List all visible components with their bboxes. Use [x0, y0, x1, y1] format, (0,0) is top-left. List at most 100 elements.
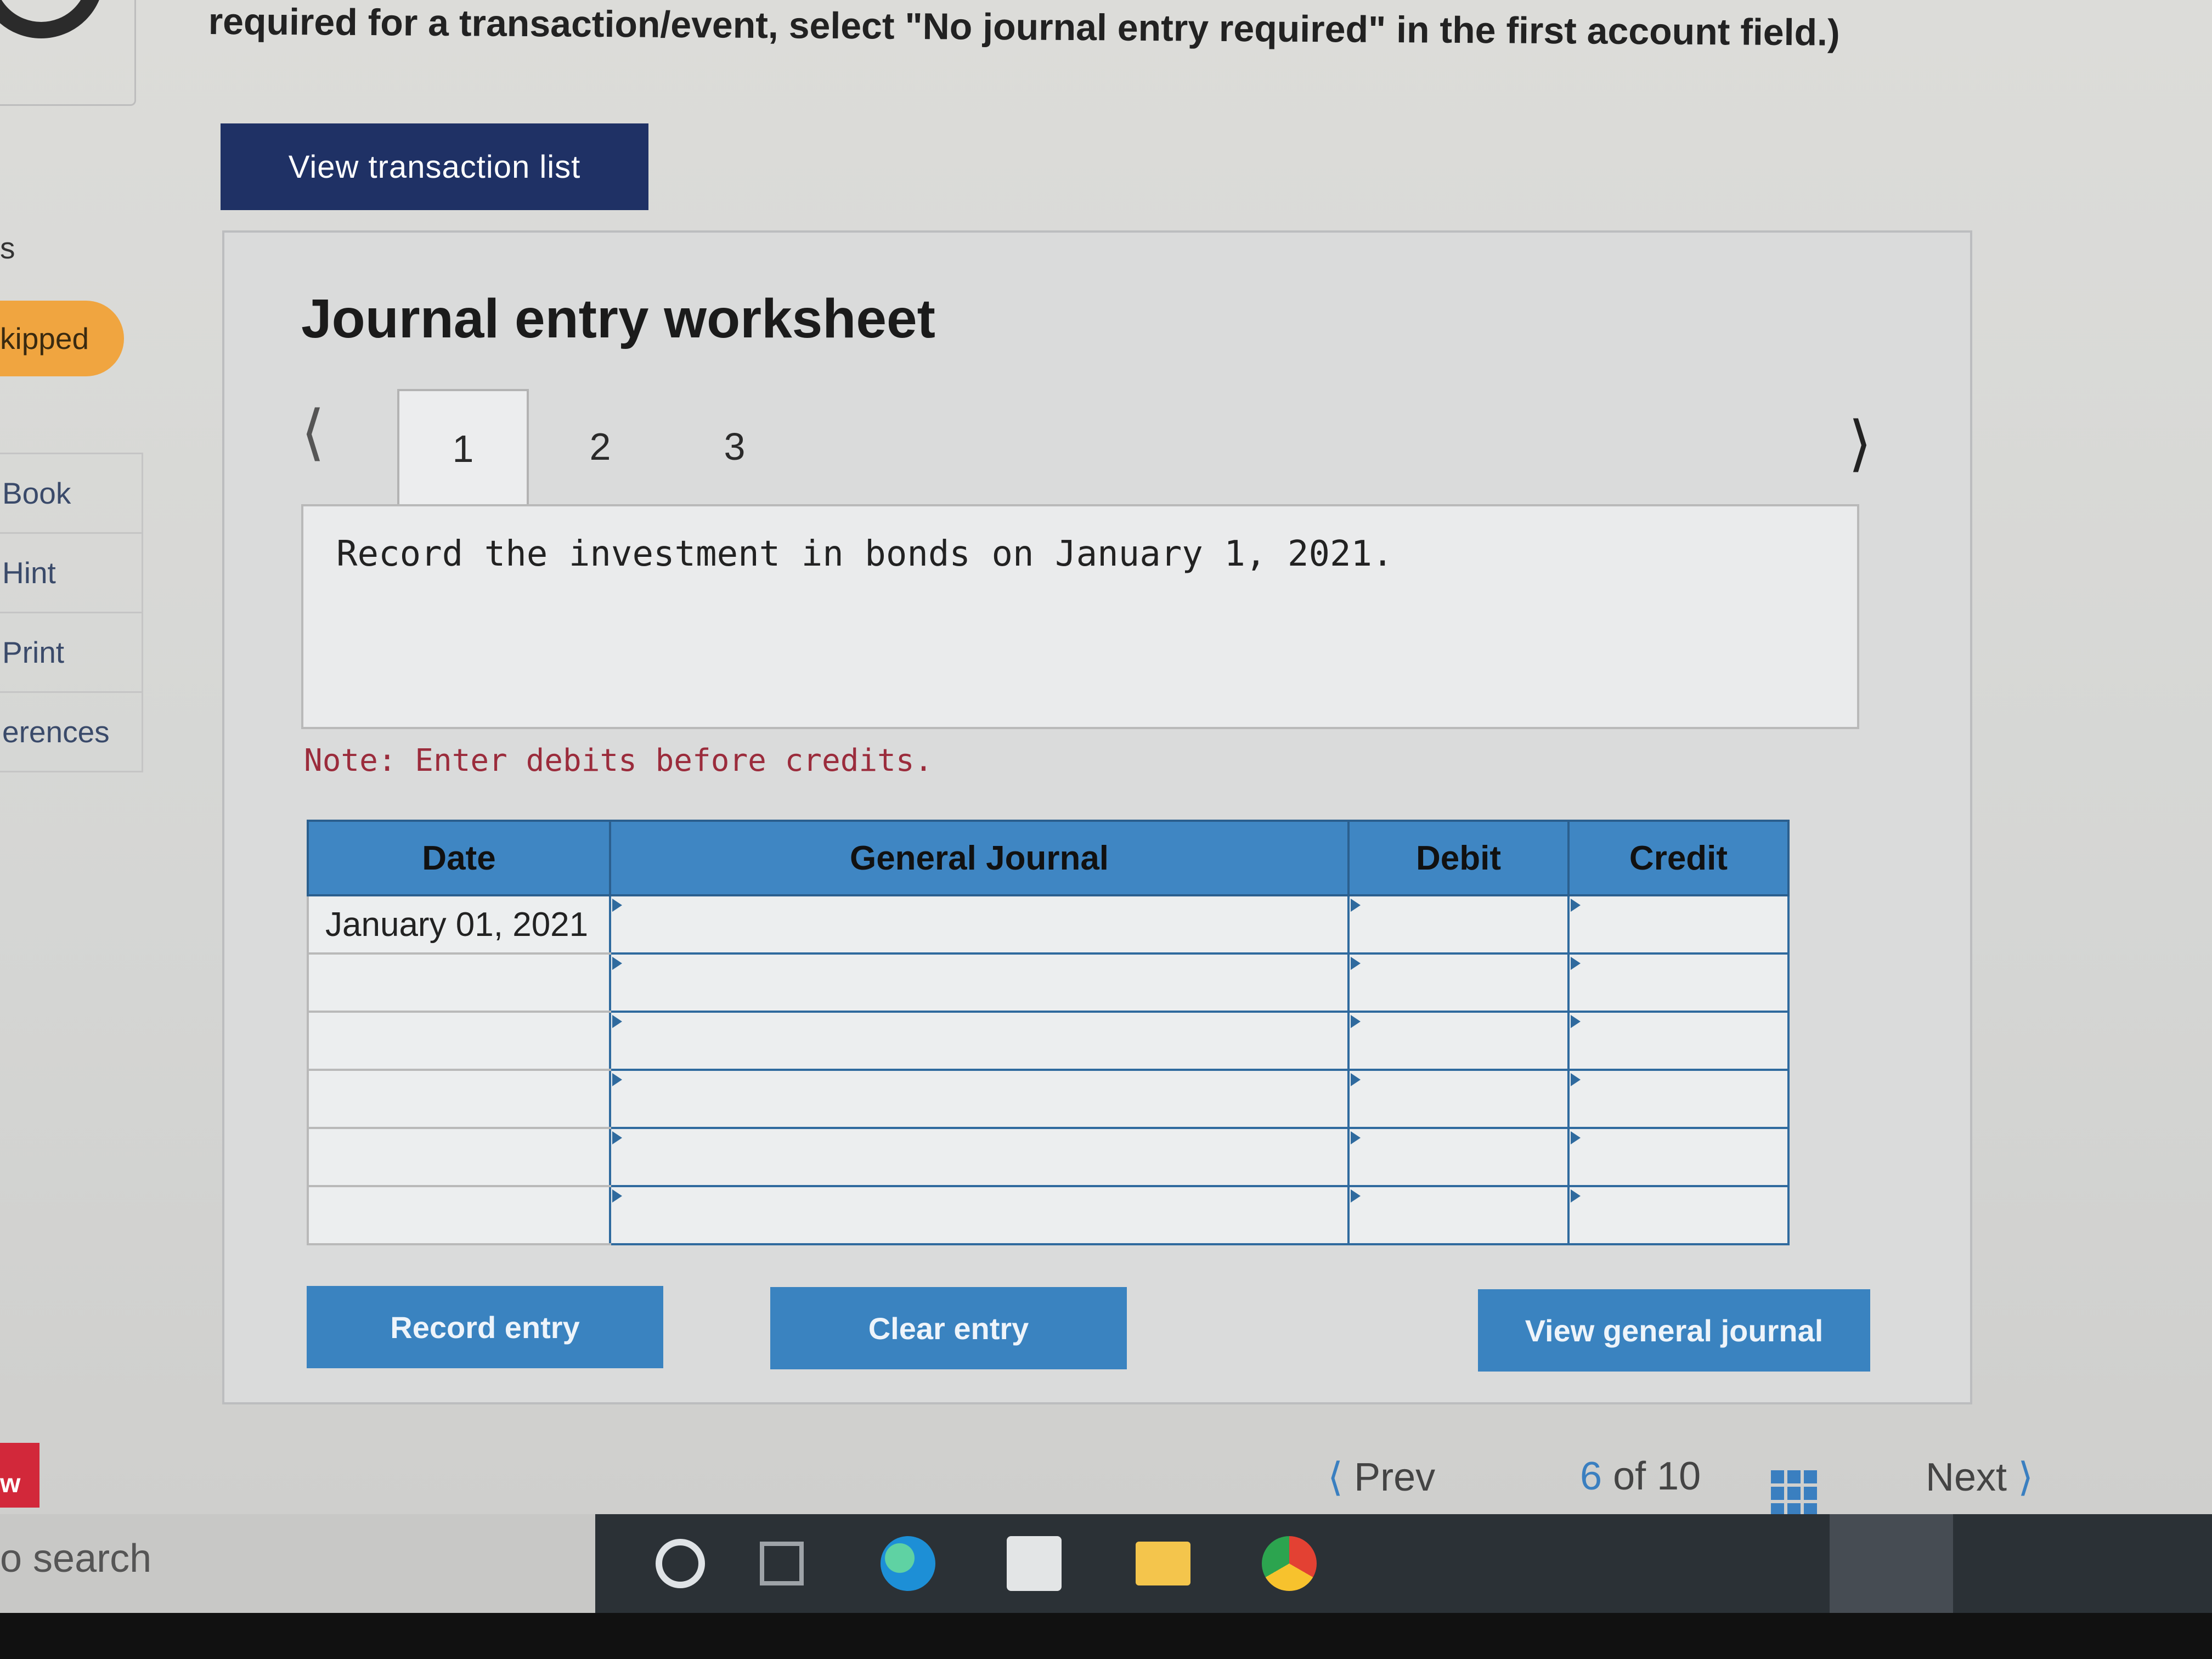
windows-taskbar	[0, 1514, 2212, 1613]
page-total: 10	[1657, 1454, 1701, 1498]
tab-3[interactable]: 3	[669, 389, 800, 504]
dropdown-marker-icon	[612, 899, 622, 912]
sidebar-menu: Book Hint Print erences	[0, 453, 143, 772]
store-icon[interactable]	[1007, 1536, 1062, 1591]
left-sidebar: s kipped Book Hint Print erences	[0, 0, 143, 790]
input-marker-icon	[1571, 1189, 1581, 1203]
debit-field[interactable]	[1347, 894, 1570, 955]
account-field[interactable]	[609, 1011, 1350, 1071]
skipped-badge[interactable]: kipped	[0, 301, 124, 376]
tab-1[interactable]: 1	[397, 389, 529, 507]
view-transaction-list-button[interactable]: View transaction list	[221, 123, 648, 210]
sidebar-item-print[interactable]: Print	[0, 613, 142, 693]
account-field[interactable]	[609, 1127, 1350, 1187]
date-cell	[307, 952, 611, 1013]
file-explorer-icon[interactable]	[1136, 1542, 1190, 1585]
red-side-tab[interactable]: w	[0, 1443, 40, 1508]
prompt-box: Record the investment in bonds on Januar…	[301, 504, 1859, 729]
prev-button[interactable]: ⟨ Prev	[1328, 1454, 1435, 1514]
dropdown-marker-icon	[612, 1189, 622, 1203]
debit-field[interactable]	[1347, 1069, 1570, 1129]
taskbar-icons	[595, 1514, 2212, 1613]
debit-field[interactable]	[1347, 1127, 1570, 1187]
worksheet-title: Journal entry worksheet	[301, 288, 935, 349]
sidebar-item-book[interactable]: Book	[0, 454, 142, 534]
page-indicator: 6 of 10	[1580, 1454, 1701, 1514]
header-debit: Debit	[1347, 820, 1570, 896]
debit-field[interactable]	[1347, 1185, 1570, 1245]
chevron-right-icon: ⟩	[2018, 1455, 2034, 1499]
chevron-right-icon[interactable]: ⟩	[1848, 408, 1872, 478]
journal-table: Date General Journal Debit Credit Januar…	[307, 820, 1790, 1245]
sidebar-fragment: s	[0, 231, 15, 265]
credit-field[interactable]	[1567, 1011, 1790, 1071]
input-marker-icon	[1351, 1073, 1361, 1086]
next-button[interactable]: Next ⟩	[1926, 1454, 2033, 1514]
next-label: Next	[1926, 1455, 2007, 1499]
account-field[interactable]	[609, 952, 1350, 1013]
chevron-left-icon: ⟨	[1328, 1455, 1344, 1499]
table-row	[307, 1011, 1790, 1071]
input-marker-icon	[1571, 899, 1581, 912]
header-credit: Credit	[1567, 820, 1790, 896]
input-marker-icon	[1571, 1131, 1581, 1144]
table-row	[307, 1185, 1790, 1245]
account-field[interactable]	[609, 1185, 1350, 1245]
dropdown-marker-icon	[612, 1073, 622, 1086]
tab-2[interactable]: 2	[534, 389, 666, 504]
prompt-text: Record the investment in bonds on Januar…	[336, 534, 1393, 574]
current-page: 6	[1580, 1454, 1602, 1498]
active-app-highlight	[1830, 1514, 1953, 1613]
screen: s kipped Book Hint Print erences require…	[0, 0, 2212, 1516]
task-view-icon[interactable]	[760, 1542, 804, 1585]
chrome-icon[interactable]	[1262, 1536, 1317, 1591]
account-field[interactable]	[609, 894, 1350, 955]
debit-field[interactable]	[1347, 952, 1570, 1013]
date-cell	[307, 1069, 611, 1129]
monitor-bezel	[0, 1613, 2212, 1659]
debit-field[interactable]	[1347, 1011, 1570, 1071]
chevron-left-icon[interactable]: ⟨	[301, 397, 325, 467]
date-cell	[307, 1011, 611, 1071]
instruction-text: required for a transaction/event, select…	[208, 0, 1840, 54]
date-cell	[307, 1185, 611, 1245]
clear-entry-button[interactable]: Clear entry	[770, 1287, 1127, 1369]
record-entry-button[interactable]: Record entry	[307, 1286, 663, 1368]
credit-field[interactable]	[1567, 894, 1790, 955]
table-row: January 01, 2021	[307, 894, 1790, 955]
credit-field[interactable]	[1567, 1185, 1790, 1245]
input-marker-icon	[1351, 1015, 1361, 1028]
credit-field[interactable]	[1567, 1127, 1790, 1187]
date-cell	[307, 1127, 611, 1187]
table-row	[307, 1069, 1790, 1129]
date-cell: January 01, 2021	[307, 894, 611, 955]
input-marker-icon	[1571, 1073, 1581, 1086]
account-field[interactable]	[609, 1069, 1350, 1129]
header-date: Date	[307, 820, 611, 896]
page-of: of	[1613, 1454, 1646, 1498]
edge-icon[interactable]	[881, 1536, 935, 1591]
credit-field[interactable]	[1567, 1069, 1790, 1129]
sidebar-item-hint[interactable]: Hint	[0, 534, 142, 613]
input-marker-icon	[1351, 899, 1361, 912]
sidebar-item-references[interactable]: erences	[0, 693, 142, 772]
input-marker-icon	[1351, 957, 1361, 970]
taskbar-search[interactable]: o search	[0, 1536, 151, 1581]
note-text: Note: Enter debits before credits.	[304, 743, 933, 778]
dropdown-marker-icon	[612, 1015, 622, 1028]
dropdown-marker-icon	[612, 957, 622, 970]
table-row	[307, 1127, 1790, 1187]
question-grid-icon[interactable]	[1771, 1470, 1817, 1516]
cortana-icon[interactable]	[656, 1539, 705, 1588]
prev-label: Prev	[1354, 1455, 1436, 1499]
input-marker-icon	[1571, 957, 1581, 970]
dropdown-marker-icon	[612, 1131, 622, 1144]
input-marker-icon	[1571, 1015, 1581, 1028]
input-marker-icon	[1351, 1131, 1361, 1144]
view-general-journal-button[interactable]: View general journal	[1478, 1289, 1870, 1372]
credit-field[interactable]	[1567, 952, 1790, 1013]
input-marker-icon	[1351, 1189, 1361, 1203]
table-row	[307, 952, 1790, 1013]
header-general-journal: General Journal	[609, 820, 1350, 896]
journal-worksheet: Journal entry worksheet ⟨ 1 2 3 ⟩ Record…	[222, 230, 1972, 1404]
